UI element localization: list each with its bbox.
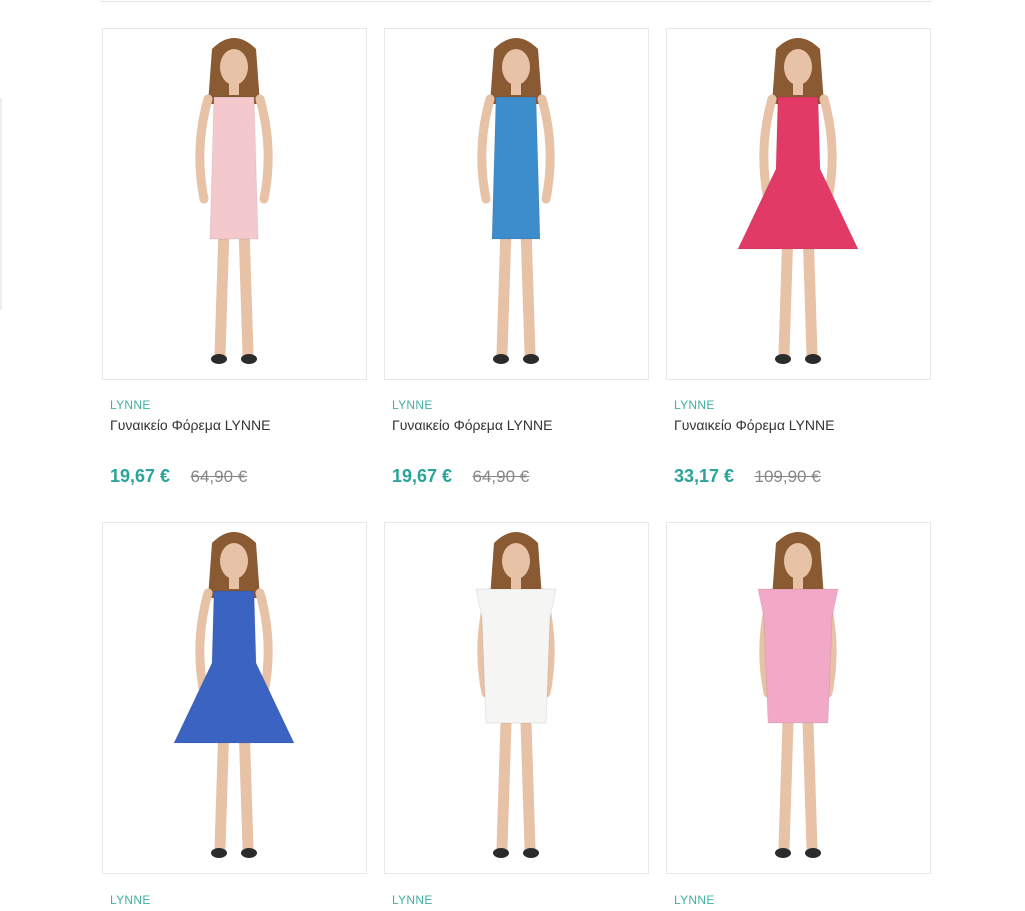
product-brand[interactable]: LYNNE bbox=[674, 398, 715, 412]
product-brand[interactable]: LYNNE bbox=[674, 893, 715, 907]
model-photo bbox=[173, 532, 295, 858]
product-brand[interactable]: LYNNE bbox=[110, 398, 151, 412]
original-price: 64,90 € bbox=[190, 467, 248, 486]
product-name[interactable]: Γυναικείο Φόρεμα LYNNE bbox=[674, 417, 834, 433]
product-image[interactable] bbox=[666, 522, 931, 874]
product-brand[interactable]: LYNNE bbox=[392, 893, 433, 907]
product-card[interactable]: LYNNE Γυναικείο Φόρεμα LYNNE 19,67 € 64,… bbox=[102, 28, 367, 508]
model-photo bbox=[477, 38, 555, 364]
product-card[interactable]: LYNNE bbox=[384, 522, 649, 911]
product-listing-page: LYNNE Γυναικείο Φόρεμα LYNNE 19,67 € 64,… bbox=[0, 0, 1025, 911]
product-price-row: 33,17 € 109,90 € bbox=[674, 466, 821, 487]
model-photo bbox=[195, 38, 273, 364]
model-photo bbox=[475, 532, 557, 858]
sale-price: 33,17 € bbox=[674, 466, 735, 486]
sidebar-edge bbox=[0, 98, 2, 310]
product-card[interactable]: LYNNE Γυναικείο Φόρεμα LYNNE 19,67 € 64,… bbox=[384, 28, 649, 508]
product-name[interactable]: Γυναικείο Φόρεμα LYNNE bbox=[392, 417, 552, 433]
sale-price: 19,67 € bbox=[392, 466, 453, 486]
product-image[interactable] bbox=[384, 522, 649, 874]
product-card[interactable]: LYNNE Γυναικείο Φόρεμα LYNNE 33,17 € 109… bbox=[666, 28, 931, 508]
product-card[interactable]: LYNNE bbox=[666, 522, 931, 911]
top-divider bbox=[100, 1, 932, 2]
original-price: 109,90 € bbox=[754, 467, 821, 486]
product-card[interactable]: LYNNE bbox=[102, 522, 367, 911]
original-price: 64,90 € bbox=[472, 467, 530, 486]
product-brand[interactable]: LYNNE bbox=[392, 398, 433, 412]
product-image[interactable] bbox=[666, 28, 931, 380]
model-photo bbox=[757, 532, 839, 858]
model-photo bbox=[737, 38, 859, 364]
product-image[interactable] bbox=[102, 522, 367, 874]
product-price-row: 19,67 € 64,90 € bbox=[392, 466, 529, 487]
product-price-row: 19,67 € 64,90 € bbox=[110, 466, 247, 487]
sale-price: 19,67 € bbox=[110, 466, 171, 486]
product-brand[interactable]: LYNNE bbox=[110, 893, 151, 907]
product-image[interactable] bbox=[384, 28, 649, 380]
product-image[interactable] bbox=[102, 28, 367, 380]
product-name[interactable]: Γυναικείο Φόρεμα LYNNE bbox=[110, 417, 270, 433]
